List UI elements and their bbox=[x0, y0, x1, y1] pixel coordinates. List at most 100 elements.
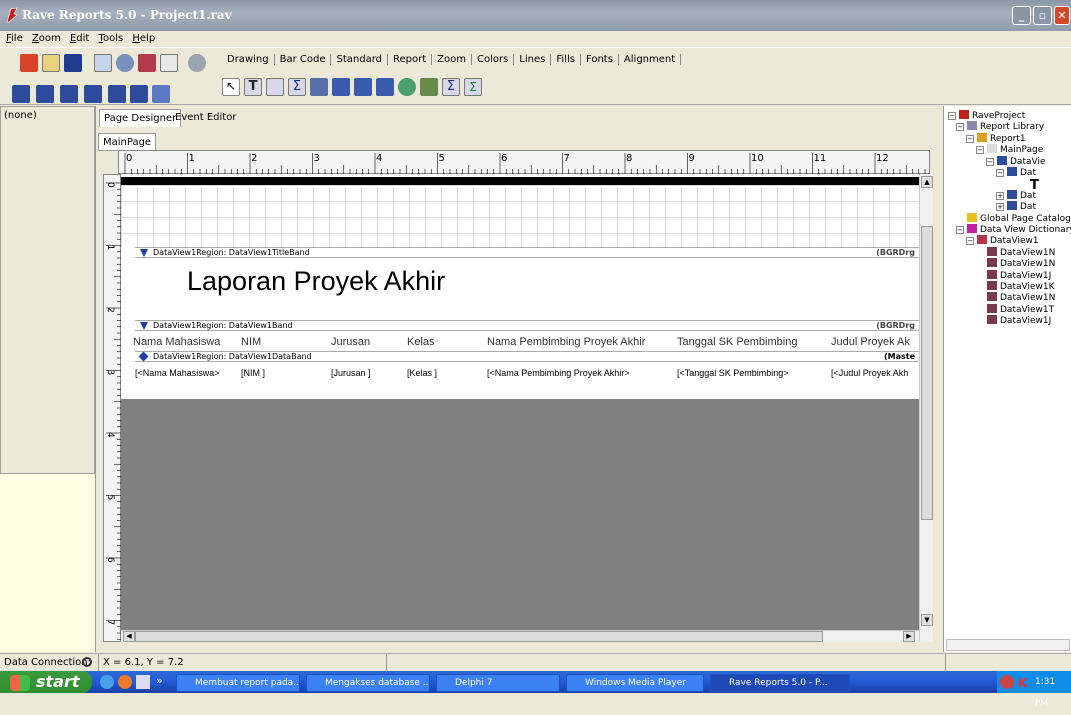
scroll-down-icon[interactable]: ▼ bbox=[921, 614, 933, 626]
vertical-scrollbar[interactable]: ▲ ▼ bbox=[919, 174, 933, 642]
tab-drawing[interactable]: Drawing bbox=[222, 54, 275, 65]
report-canvas[interactable]: DataView1Region: DataView1TitleBand (BGR… bbox=[121, 174, 919, 630]
pointer-tool-icon[interactable]: ↖ bbox=[222, 78, 240, 96]
data-field[interactable]: [<Tanggal SK Pembimbing> bbox=[677, 368, 789, 378]
tree-node[interactable]: DataView1J bbox=[976, 315, 1051, 326]
quicklaunch-chevron-icon[interactable]: » bbox=[156, 674, 163, 687]
band-tool-icon[interactable] bbox=[332, 78, 350, 96]
sum-dataview-icon[interactable]: Σ bbox=[464, 78, 482, 96]
tab-fonts[interactable]: Fonts bbox=[581, 54, 619, 65]
data-field[interactable]: [<Nama Mahasiswa> bbox=[135, 368, 220, 378]
scroll-left-icon[interactable]: ◀ bbox=[123, 631, 135, 642]
tree-hscroll[interactable] bbox=[946, 639, 1070, 651]
databand-red-icon[interactable] bbox=[376, 78, 394, 96]
tree-node[interactable]: Global Page Catalog bbox=[956, 212, 1071, 224]
scroll-thumb[interactable] bbox=[921, 226, 933, 520]
tree-node[interactable]: − Dat bbox=[996, 167, 1036, 178]
tab-zoom[interactable]: Zoom bbox=[432, 54, 472, 65]
tab-lines[interactable]: Lines bbox=[514, 54, 552, 65]
menu-tools[interactable]: Tools bbox=[99, 33, 124, 44]
data-band-header[interactable]: DataView1Region: DataView1Band (BGRDrg bbox=[135, 320, 919, 331]
collapse-icon[interactable]: − bbox=[948, 112, 956, 120]
task-media-player[interactable]: Windows Media Player bbox=[566, 674, 704, 692]
page-icon-3[interactable] bbox=[60, 85, 78, 103]
page-icon-4[interactable] bbox=[84, 85, 102, 103]
calc-text-icon[interactable]: Σ bbox=[288, 78, 306, 96]
tree-node[interactable]: + Dat bbox=[996, 189, 1036, 201]
minimize-button[interactable]: _ bbox=[1012, 6, 1031, 25]
menu-file[interactable]: File bbox=[6, 33, 23, 44]
databand-header[interactable]: DataView1Region: DataView1DataBand (Mast… bbox=[135, 351, 919, 362]
property-list[interactable]: (none) bbox=[0, 106, 95, 474]
tab-colors[interactable]: Colors bbox=[472, 54, 515, 65]
tree-node[interactable]: + Dat bbox=[996, 201, 1036, 212]
tree-node[interactable]: DataView1N bbox=[976, 246, 1055, 258]
report-page[interactable]: DataView1Region: DataView1TitleBand (BGR… bbox=[121, 174, 919, 399]
tab-mainpage[interactable]: MainPage bbox=[98, 133, 157, 151]
menu-help[interactable]: Help bbox=[132, 33, 155, 44]
page-icon-5[interactable] bbox=[108, 85, 126, 103]
tree-node[interactable]: DataView1J bbox=[976, 269, 1051, 281]
scroll-right-icon[interactable]: ▶ bbox=[903, 631, 915, 642]
tree-node[interactable]: − Report Library bbox=[956, 121, 1044, 132]
maximize-button[interactable]: ▫ bbox=[1033, 6, 1052, 25]
collapse-icon[interactable]: − bbox=[986, 157, 994, 166]
desktop-icon[interactable] bbox=[136, 675, 150, 689]
tree-node[interactable]: − Report1 bbox=[966, 132, 1026, 144]
copy-icon[interactable] bbox=[94, 54, 112, 72]
collapse-icon[interactable]: − bbox=[966, 237, 974, 246]
collapse-icon[interactable]: − bbox=[956, 226, 964, 234]
memo-tool-icon[interactable] bbox=[266, 78, 284, 96]
task-rave-reports[interactable]: Rave Reports 5.0 - P... bbox=[710, 674, 850, 692]
tab-alignment[interactable]: Alignment bbox=[619, 54, 682, 65]
expand-icon[interactable]: + bbox=[996, 191, 1004, 200]
column-header[interactable]: Nama Mahasiswa bbox=[133, 336, 220, 348]
page-icon-2[interactable] bbox=[36, 85, 54, 103]
collapse-icon[interactable]: − bbox=[976, 146, 984, 155]
open-folder-icon[interactable] bbox=[42, 54, 60, 72]
expand-icon[interactable]: + bbox=[996, 203, 1004, 212]
text-tool-icon[interactable]: T bbox=[244, 78, 262, 96]
page-icon-6[interactable] bbox=[130, 85, 148, 103]
column-header[interactable]: Nama Pembimbing Proyek Akhir bbox=[487, 336, 645, 348]
collapse-icon[interactable]: − bbox=[956, 123, 964, 132]
tree-node[interactable]: − Data View Dictionary bbox=[956, 224, 1071, 235]
close-button[interactable]: ✕ bbox=[1054, 6, 1070, 25]
data-field[interactable]: [Kelas ] bbox=[407, 368, 437, 378]
column-header[interactable]: Jurusan bbox=[331, 336, 370, 348]
tree-node[interactable]: DataView1T bbox=[976, 303, 1054, 315]
tree-node[interactable]: − DataVie bbox=[986, 155, 1046, 167]
tree-view[interactable]: − RaveProject − Report Library − Report1− Main… bbox=[944, 106, 1071, 626]
rave-wizard-icon[interactable] bbox=[20, 54, 38, 72]
data-field[interactable]: [<Nama Pembimbing Proyek Akhir> bbox=[487, 368, 630, 378]
compile-icon[interactable] bbox=[188, 54, 206, 72]
tree-node[interactable]: DataView1N bbox=[976, 258, 1055, 269]
column-header[interactable]: Judul Proyek Ak bbox=[831, 336, 910, 348]
collapse-icon[interactable]: − bbox=[996, 169, 1004, 177]
tab-event-editor[interactable]: Event Editor bbox=[171, 109, 240, 127]
menu-edit[interactable]: Edit bbox=[70, 33, 89, 44]
task-delphi[interactable]: Delphi 7 bbox=[436, 674, 560, 692]
wrench-icon[interactable] bbox=[152, 85, 170, 103]
collapse-icon[interactable]: − bbox=[966, 134, 974, 143]
column-header[interactable]: NIM bbox=[241, 336, 261, 348]
tab-page-designer[interactable]: Page Designer bbox=[99, 109, 182, 127]
data-field[interactable]: [NIM ] bbox=[241, 368, 265, 378]
data-band-icon[interactable] bbox=[354, 78, 372, 96]
data-field[interactable]: [Jurusan ] bbox=[331, 368, 371, 378]
horizontal-scrollbar[interactable]: ◀ ▶ bbox=[121, 630, 919, 642]
column-header[interactable]: Kelas bbox=[407, 336, 435, 348]
save-icon[interactable] bbox=[64, 54, 82, 72]
global-icon[interactable] bbox=[116, 54, 134, 72]
tray-icon[interactable] bbox=[1000, 675, 1014, 689]
task-membuat-report[interactable]: Membuat report pada... bbox=[176, 674, 300, 692]
title-band-header[interactable]: DataView1Region: DataView1TitleBand (BGR… bbox=[135, 247, 919, 258]
column-header[interactable]: Tanggal SK Pembimbing bbox=[677, 336, 797, 348]
tree-node[interactable]: − DataView1 bbox=[966, 235, 1039, 246]
region-tool-icon[interactable] bbox=[310, 78, 328, 96]
tab-standard[interactable]: Standard bbox=[331, 54, 388, 65]
tree-node[interactable]: DataView1N bbox=[976, 292, 1055, 303]
tray-k-icon[interactable]: K bbox=[1018, 676, 1027, 690]
report-title-text[interactable]: Laporan Proyek Akhir bbox=[187, 266, 445, 297]
menu-zoom[interactable]: Zoom bbox=[32, 33, 61, 44]
